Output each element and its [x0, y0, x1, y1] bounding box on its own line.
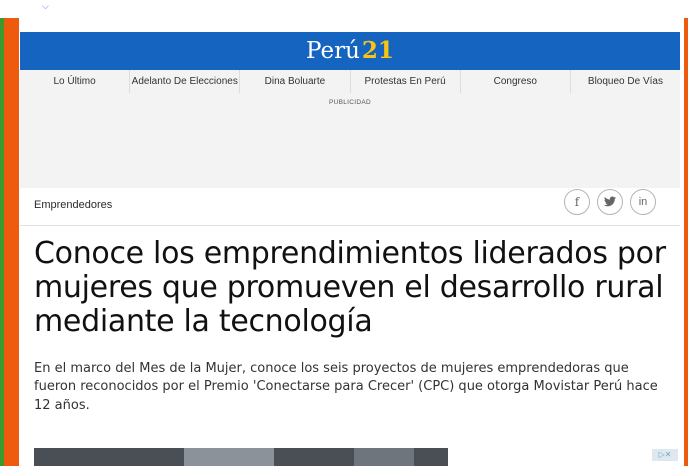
site-logo[interactable]: Perú21: [20, 32, 680, 70]
ad-slot[interactable]: PUBLICIDAD: [20, 93, 680, 188]
article-summary: En el marco del Mes de la Mujer, conoce …: [34, 361, 658, 413]
main-nav: Lo Último Adelanto De Elecciones Dina Bo…: [20, 70, 680, 93]
page-content: Perú21 Lo Último Adelanto De Elecciones …: [20, 18, 680, 466]
twitter-share-button[interactable]: [597, 189, 623, 215]
right-orange-banner[interactable]: [684, 18, 688, 466]
left-orange-banner[interactable]: [4, 18, 19, 466]
logo-text: Perú: [306, 38, 360, 64]
nav-item-bloqueo-de-vias[interactable]: Bloqueo De Vías: [571, 70, 680, 93]
nav-item-adelanto-de-elecciones[interactable]: Adelanto De Elecciones: [130, 70, 241, 93]
linkedin-icon: in: [638, 196, 648, 208]
site-header: Perú21: [20, 32, 680, 70]
twitter-icon: [604, 196, 616, 207]
browser-top-strip: ⌵: [0, 0, 688, 18]
image-highlight: [354, 448, 414, 466]
top-mark-icon: ⌵: [42, 2, 49, 12]
share-buttons: f in: [564, 189, 664, 215]
adchoices-icon[interactable]: ▷✕: [652, 449, 678, 461]
nav-item-protestas-en-peru[interactable]: Protestas En Perú: [351, 70, 461, 93]
image-highlight: [184, 448, 274, 466]
article-headline: Conoce los emprendimientos liderados por…: [34, 236, 666, 340]
section-label[interactable]: Emprendedores: [34, 199, 112, 211]
facebook-share-button[interactable]: f: [564, 189, 590, 215]
linkedin-share-button[interactable]: in: [630, 189, 656, 215]
nav-item-lo-ultimo[interactable]: Lo Último: [20, 70, 131, 93]
nav-item-dina-boluarte[interactable]: Dina Boluarte: [240, 70, 351, 93]
facebook-icon: f: [574, 195, 580, 209]
nav-item-congreso[interactable]: Congreso: [461, 70, 571, 93]
logo-number: 21: [361, 37, 394, 64]
article-main-image[interactable]: [34, 448, 448, 466]
ad-label: PUBLICIDAD: [328, 99, 371, 106]
